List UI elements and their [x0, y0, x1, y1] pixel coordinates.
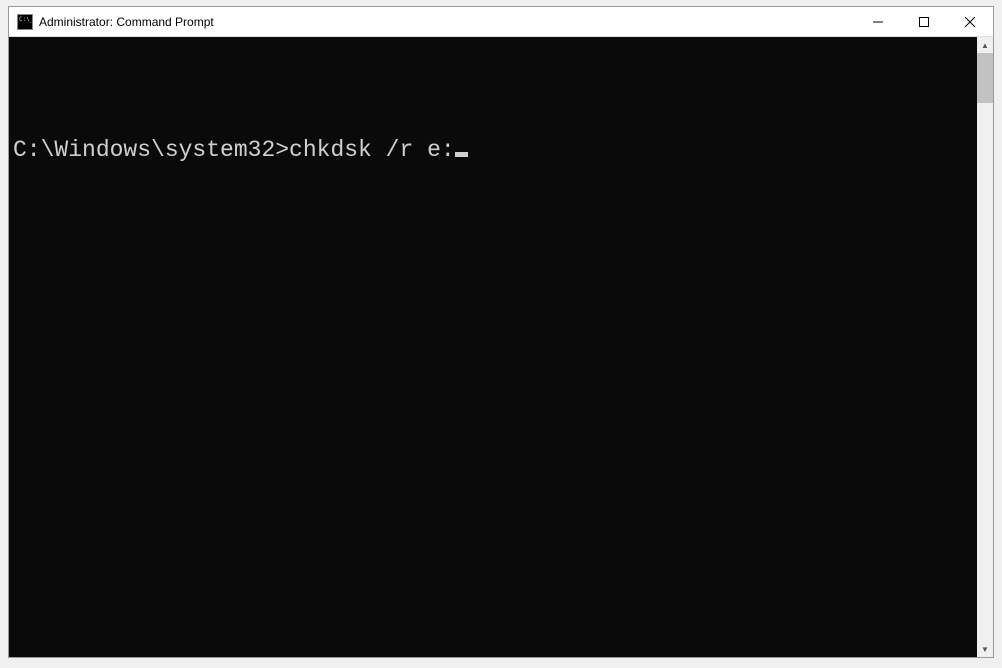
window-controls [855, 7, 993, 36]
close-button[interactable] [947, 7, 993, 36]
close-icon [965, 17, 975, 27]
console-area[interactable]: C:\Windows\system32>chkdsk /r e: [9, 37, 977, 657]
cmd-icon [17, 14, 33, 30]
scroll-thumb[interactable] [977, 53, 993, 103]
chevron-up-icon: ▲ [981, 41, 989, 50]
text-cursor [455, 152, 468, 157]
maximize-button[interactable] [901, 7, 947, 36]
scroll-up-button[interactable]: ▲ [977, 37, 993, 53]
scroll-down-button[interactable]: ▼ [977, 641, 993, 657]
command-text: chkdsk /r e: [289, 137, 455, 163]
maximize-icon [919, 17, 929, 27]
chevron-down-icon: ▼ [981, 645, 989, 654]
console-wrapper: C:\Windows\system32>chkdsk /r e: ▲ ▼ [9, 37, 993, 657]
window-title: Administrator: Command Prompt [39, 15, 855, 29]
scroll-track[interactable] [977, 53, 993, 641]
console-line: C:\Windows\system32>chkdsk /r e: [13, 137, 973, 163]
prompt-text: C:\Windows\system32> [13, 137, 289, 163]
titlebar[interactable]: Administrator: Command Prompt [9, 7, 993, 37]
vertical-scrollbar[interactable]: ▲ ▼ [977, 37, 993, 657]
minimize-button[interactable] [855, 7, 901, 36]
minimize-icon [873, 17, 883, 27]
command-prompt-window: Administrator: Command Prompt C:\Windows… [8, 6, 994, 658]
